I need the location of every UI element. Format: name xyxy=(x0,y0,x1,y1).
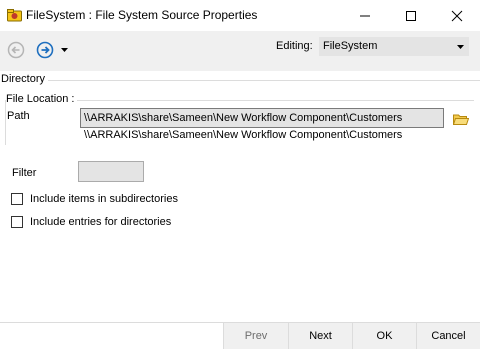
forward-arrow-icon[interactable] xyxy=(36,41,54,59)
dropdown-arrow-icon xyxy=(457,45,464,49)
browse-button[interactable] xyxy=(448,108,474,130)
include-subdirectories-label: Include items in subdirectories xyxy=(30,193,178,205)
section-divider xyxy=(48,80,480,81)
back-arrow-icon[interactable] xyxy=(7,41,25,59)
include-subdirectories-checkbox[interactable] xyxy=(11,193,23,205)
close-button[interactable] xyxy=(434,0,480,31)
prev-button[interactable]: Prev xyxy=(223,323,288,349)
minimize-button[interactable] xyxy=(342,0,388,31)
toolbar: Editing: FileSystem xyxy=(0,31,480,71)
maximize-icon xyxy=(406,11,416,21)
folder-open-icon xyxy=(453,114,469,125)
filter-label: Filter xyxy=(12,167,37,179)
resolved-path-text: \\ARRAKIS\share\Sameen\New Workflow Comp… xyxy=(84,129,403,141)
path-input[interactable]: \\ARRAKIS\share\Sameen\New Workflow Comp… xyxy=(80,108,444,128)
ok-button[interactable]: OK xyxy=(352,323,416,349)
app-icon xyxy=(7,9,22,22)
path-input-value: \\ARRAKIS\share\Sameen\New Workflow Comp… xyxy=(84,112,403,124)
chevron-down-icon[interactable] xyxy=(61,48,68,53)
include-directories-label: Include entries for directories xyxy=(30,216,172,228)
include-directories-checkbox[interactable] xyxy=(11,216,23,228)
editing-value: FileSystem xyxy=(323,40,378,52)
editing-label: Editing: xyxy=(276,40,313,52)
file-location-label: File Location : xyxy=(6,93,78,105)
minimize-icon xyxy=(360,15,370,17)
maximize-button[interactable] xyxy=(388,0,434,31)
cancel-button[interactable]: Cancel xyxy=(416,323,480,349)
close-icon xyxy=(451,10,463,22)
window-title: FileSystem : File System Source Properti… xyxy=(26,8,258,22)
directory-section-label: Directory xyxy=(1,73,46,85)
title-bar: FileSystem : File System Source Properti… xyxy=(0,0,480,31)
editing-select[interactable]: FileSystem xyxy=(319,37,469,56)
path-label: Path xyxy=(7,110,30,122)
next-button[interactable]: Next xyxy=(288,323,352,349)
filter-input[interactable] xyxy=(78,161,144,182)
